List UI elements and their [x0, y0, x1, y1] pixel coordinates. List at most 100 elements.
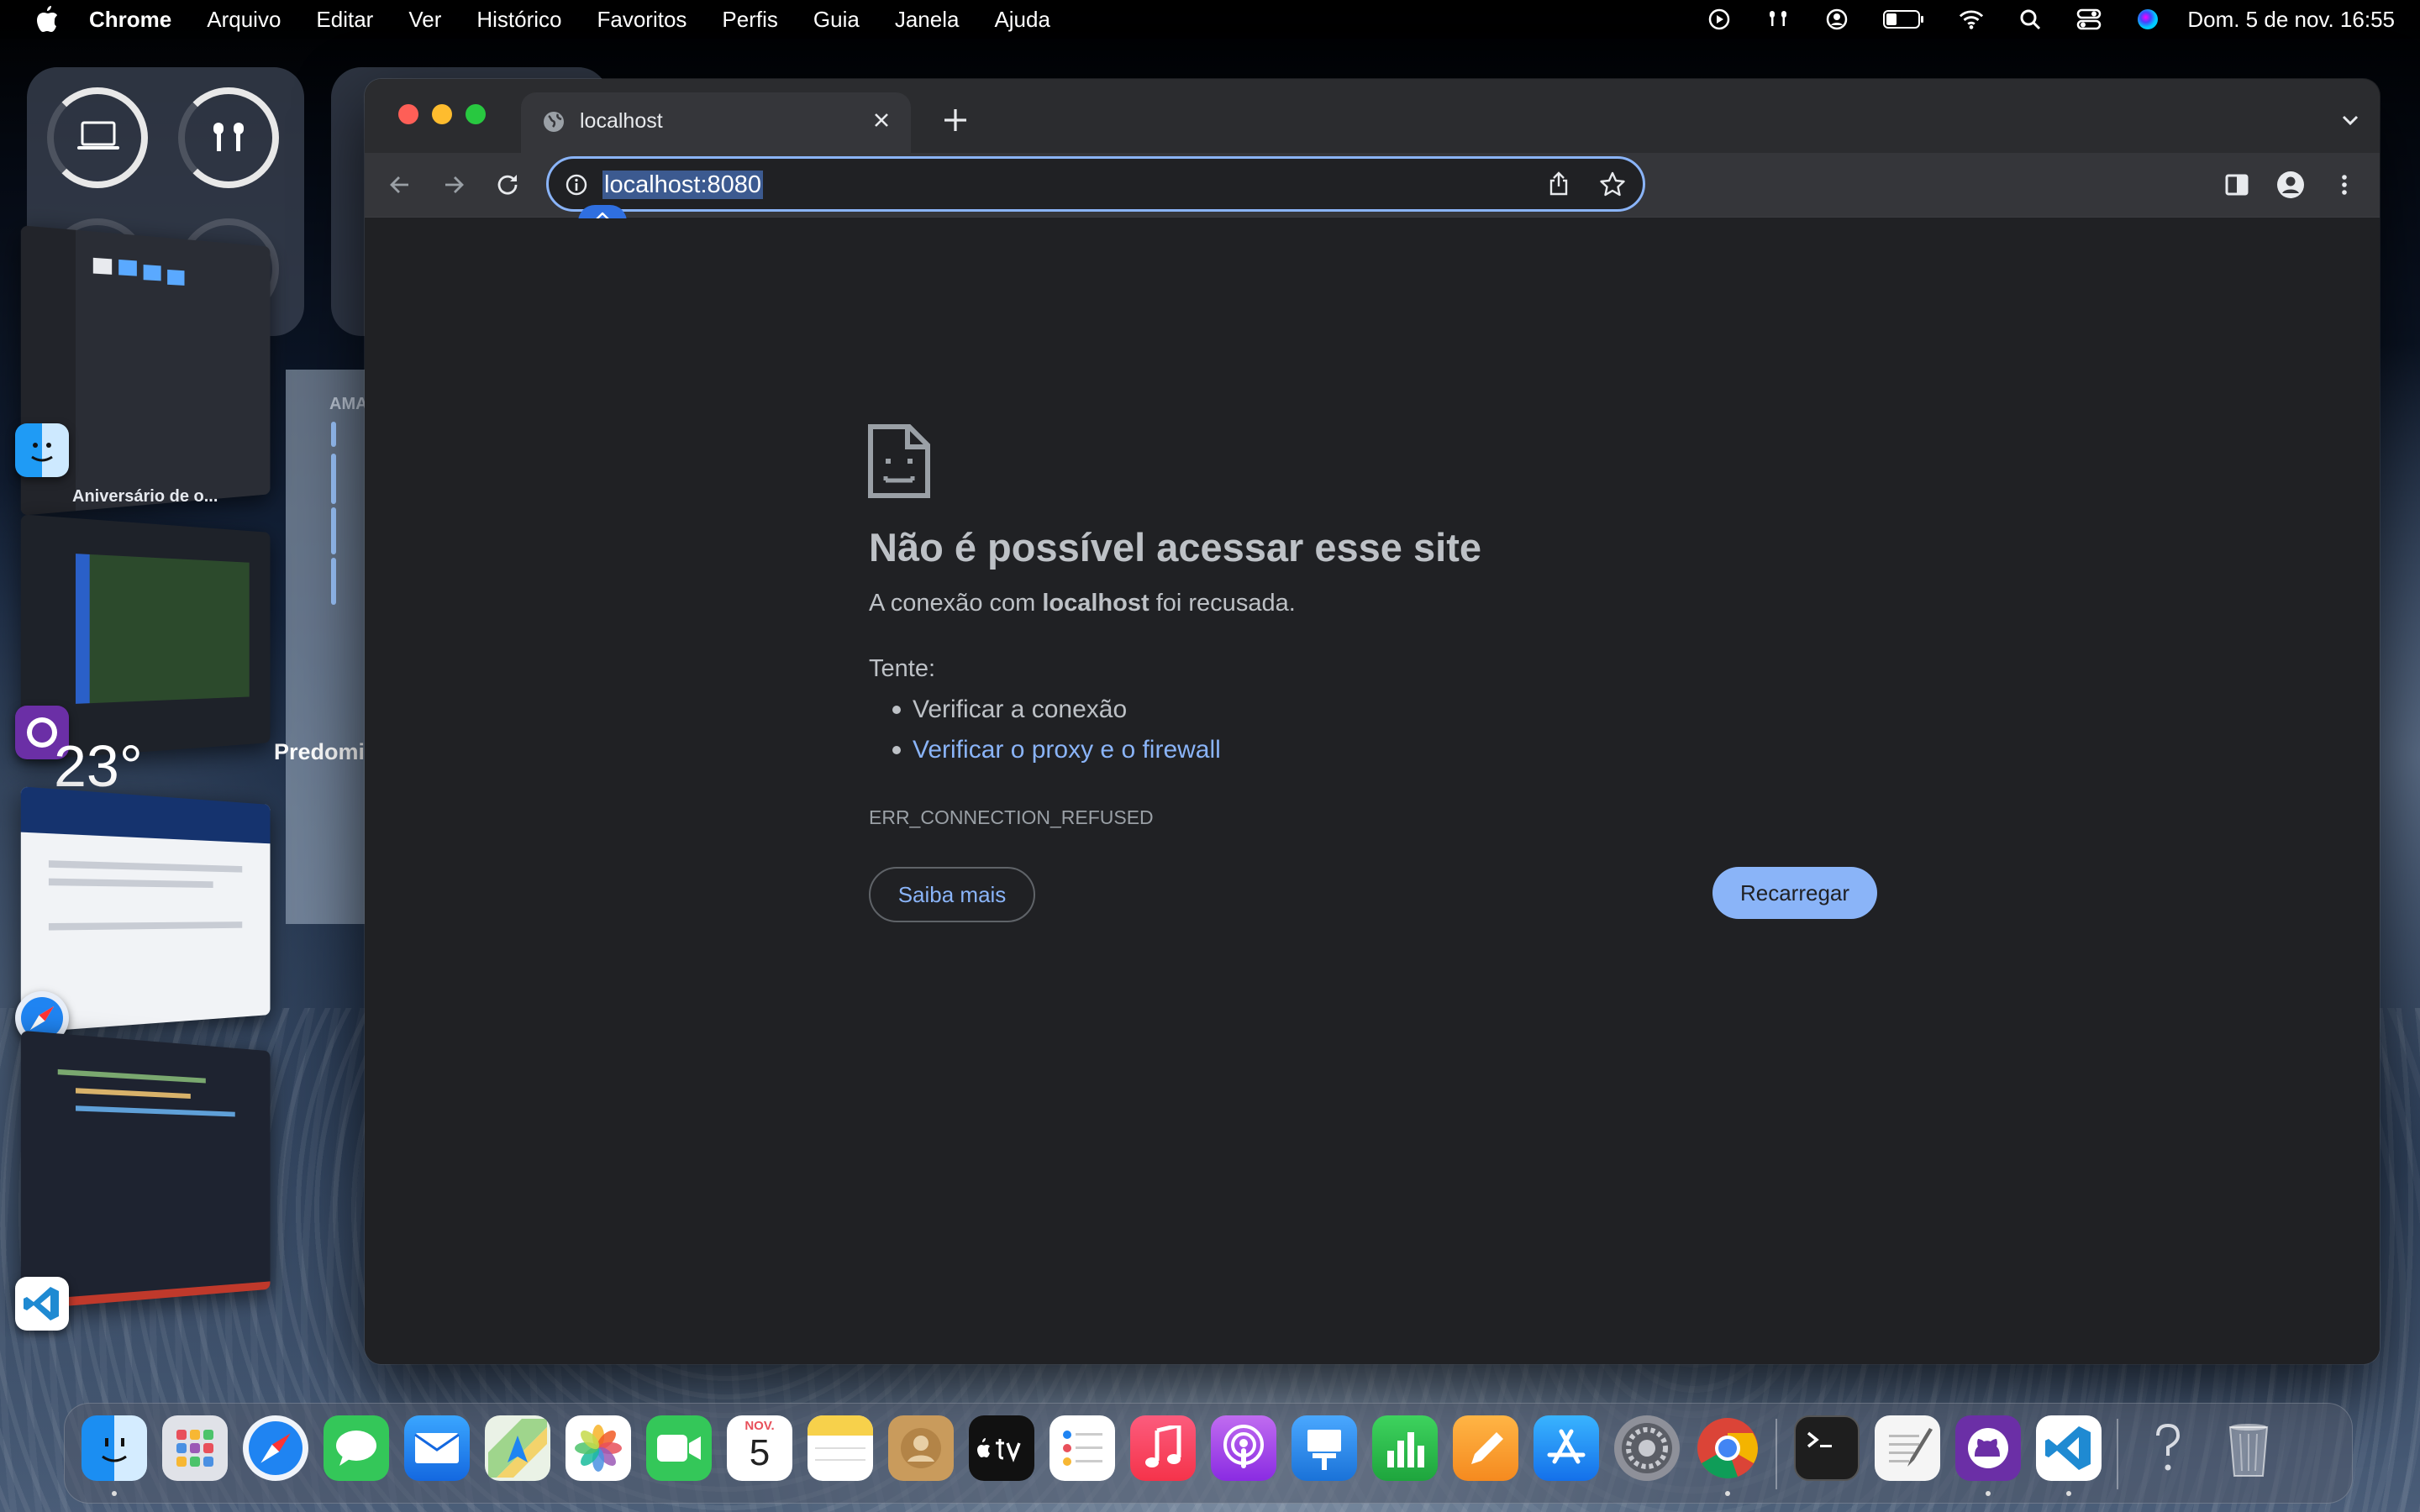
- dock-chrome[interactable]: [1695, 1415, 1760, 1481]
- app-store-icon: [1543, 1425, 1590, 1472]
- dock-maps[interactable]: [485, 1415, 550, 1481]
- apple-tv-icon: [974, 1431, 1029, 1465]
- user-circle-icon[interactable]: [1824, 7, 1849, 32]
- new-tab-icon[interactable]: [941, 106, 970, 134]
- terminal-prompt-icon: [1802, 1425, 1852, 1472]
- trash-icon: [2223, 1417, 2274, 1479]
- dock-mail[interactable]: [404, 1415, 470, 1481]
- try-label: Tente:: [869, 655, 935, 683]
- close-window-button[interactable]: [398, 104, 418, 124]
- dock-github-desktop[interactable]: [1955, 1415, 2021, 1481]
- side-panel-icon: [2224, 172, 2249, 197]
- reload-page-button[interactable]: Recarregar: [1712, 867, 1877, 919]
- error-summary: A conexão com localhost foi recusada.: [869, 590, 1296, 617]
- close-tab-icon[interactable]: [869, 108, 894, 133]
- vscode-logo-icon: [2044, 1423, 2094, 1473]
- menu-janela[interactable]: Janela: [895, 7, 960, 33]
- menu-guia[interactable]: Guia: [813, 7, 860, 33]
- calendar-month: NOV.: [744, 1419, 774, 1433]
- dock-contacts[interactable]: [888, 1415, 954, 1481]
- running-indicator: [2066, 1491, 2071, 1496]
- menu-button[interactable]: [2329, 170, 2360, 200]
- stage-window-vscode[interactable]: [21, 1031, 271, 1310]
- dock-vscode[interactable]: [2036, 1415, 2102, 1481]
- dock-pages[interactable]: [1453, 1415, 1518, 1481]
- side-panel-button[interactable]: [2222, 170, 2252, 200]
- menu-historico[interactable]: Histórico: [476, 7, 561, 33]
- compass-icon: [246, 1419, 305, 1478]
- share-icon[interactable]: [1545, 171, 1572, 197]
- laptop-icon: [76, 119, 121, 153]
- dock-app-store[interactable]: [1534, 1415, 1599, 1481]
- calendar-event-bar: [331, 507, 336, 554]
- profile-button[interactable]: [2275, 170, 2306, 200]
- suggestion-check-proxy-link[interactable]: Verificar o proxy e o firewall: [913, 736, 1221, 764]
- menu-ver[interactable]: Ver: [408, 7, 441, 33]
- notes-header: [808, 1415, 873, 1436]
- dock-tv[interactable]: [969, 1415, 1034, 1481]
- dock-safari[interactable]: [243, 1415, 308, 1481]
- dock-photos[interactable]: [566, 1415, 631, 1481]
- reload-button[interactable]: [492, 170, 523, 200]
- dock-system-settings[interactable]: [1614, 1415, 1680, 1481]
- wifi-icon[interactable]: [1959, 7, 1984, 32]
- minimize-window-button[interactable]: [432, 104, 452, 124]
- menu-arquivo[interactable]: Arquivo: [207, 7, 281, 33]
- battery-icon[interactable]: [1883, 7, 1925, 32]
- menu-app-name[interactable]: Chrome: [89, 7, 171, 33]
- dock-messages[interactable]: [324, 1415, 389, 1481]
- dock-numbers[interactable]: [1372, 1415, 1438, 1481]
- url-text[interactable]: localhost:8080: [602, 171, 763, 199]
- siri-icon[interactable]: [2135, 7, 2160, 32]
- dock-reminders[interactable]: [1050, 1415, 1115, 1481]
- learn-more-button[interactable]: Saiba mais: [869, 867, 1035, 922]
- calendar-event-bar: [331, 558, 336, 605]
- gear-icon: [1618, 1419, 1676, 1478]
- dock-facetime[interactable]: [646, 1415, 712, 1481]
- dock-calendar[interactable]: NOV. 5: [727, 1415, 792, 1481]
- play-circle-icon[interactable]: [1707, 7, 1732, 32]
- dock-finder[interactable]: [82, 1415, 147, 1481]
- dock-help[interactable]: [2135, 1415, 2201, 1481]
- suggestion-link-text[interactable]: Verificar o proxy e o firewall: [913, 736, 1221, 764]
- menu-favoritos[interactable]: Favoritos: [597, 7, 687, 33]
- tab-localhost[interactable]: localhost: [521, 92, 911, 153]
- dock-music[interactable]: [1130, 1415, 1196, 1481]
- arrow-left-icon: [387, 171, 413, 198]
- calendar-header: AMA: [329, 395, 368, 414]
- dock-terminal[interactable]: [1794, 1415, 1860, 1481]
- dock-trash[interactable]: [2216, 1415, 2281, 1481]
- info-icon[interactable]: [564, 172, 589, 197]
- chevron-down-icon[interactable]: [2338, 108, 2363, 133]
- dock-notes[interactable]: [808, 1415, 873, 1481]
- dock-podcasts[interactable]: [1211, 1415, 1276, 1481]
- summary-host: localhost: [1042, 590, 1149, 617]
- address-bar[interactable]: localhost:8080: [546, 156, 1645, 212]
- zoom-window-button[interactable]: [466, 104, 486, 124]
- airpods-icon: [207, 119, 250, 156]
- running-indicator: [1725, 1491, 1730, 1496]
- bookmark-star-icon[interactable]: [1599, 171, 1626, 197]
- chrome-window: localhost localhost:8080 Não é possível …: [365, 79, 2380, 1364]
- menu-bar-clock[interactable]: Dom. 5 de nov. 16:55: [2187, 7, 2395, 33]
- menu-perfis[interactable]: Perfis: [722, 7, 777, 33]
- control-center-icon[interactable]: [2076, 7, 2102, 32]
- globe-icon: [541, 109, 566, 134]
- search-icon[interactable]: [2018, 7, 2043, 32]
- envelope-icon: [413, 1431, 460, 1465]
- suggestion-text: Verificar a conexão: [913, 696, 1127, 723]
- apple-menu-icon[interactable]: [34, 5, 59, 34]
- dock-keynote[interactable]: [1292, 1415, 1357, 1481]
- menu-editar[interactable]: Editar: [316, 7, 373, 33]
- sad-document-icon: [867, 423, 931, 499]
- airpods-icon[interactable]: [1765, 7, 1791, 32]
- bar-chart-icon: [1382, 1425, 1428, 1471]
- back-button[interactable]: [385, 170, 415, 200]
- profile-icon: [2276, 171, 2305, 199]
- dock-launchpad[interactable]: [162, 1415, 228, 1481]
- tab-strip: localhost: [365, 79, 2380, 153]
- menu-ajuda[interactable]: Ajuda: [994, 7, 1050, 33]
- forward-button[interactable]: [439, 170, 469, 200]
- speech-bubble-icon: [333, 1427, 380, 1469]
- dock-textedit[interactable]: [1875, 1415, 1940, 1481]
